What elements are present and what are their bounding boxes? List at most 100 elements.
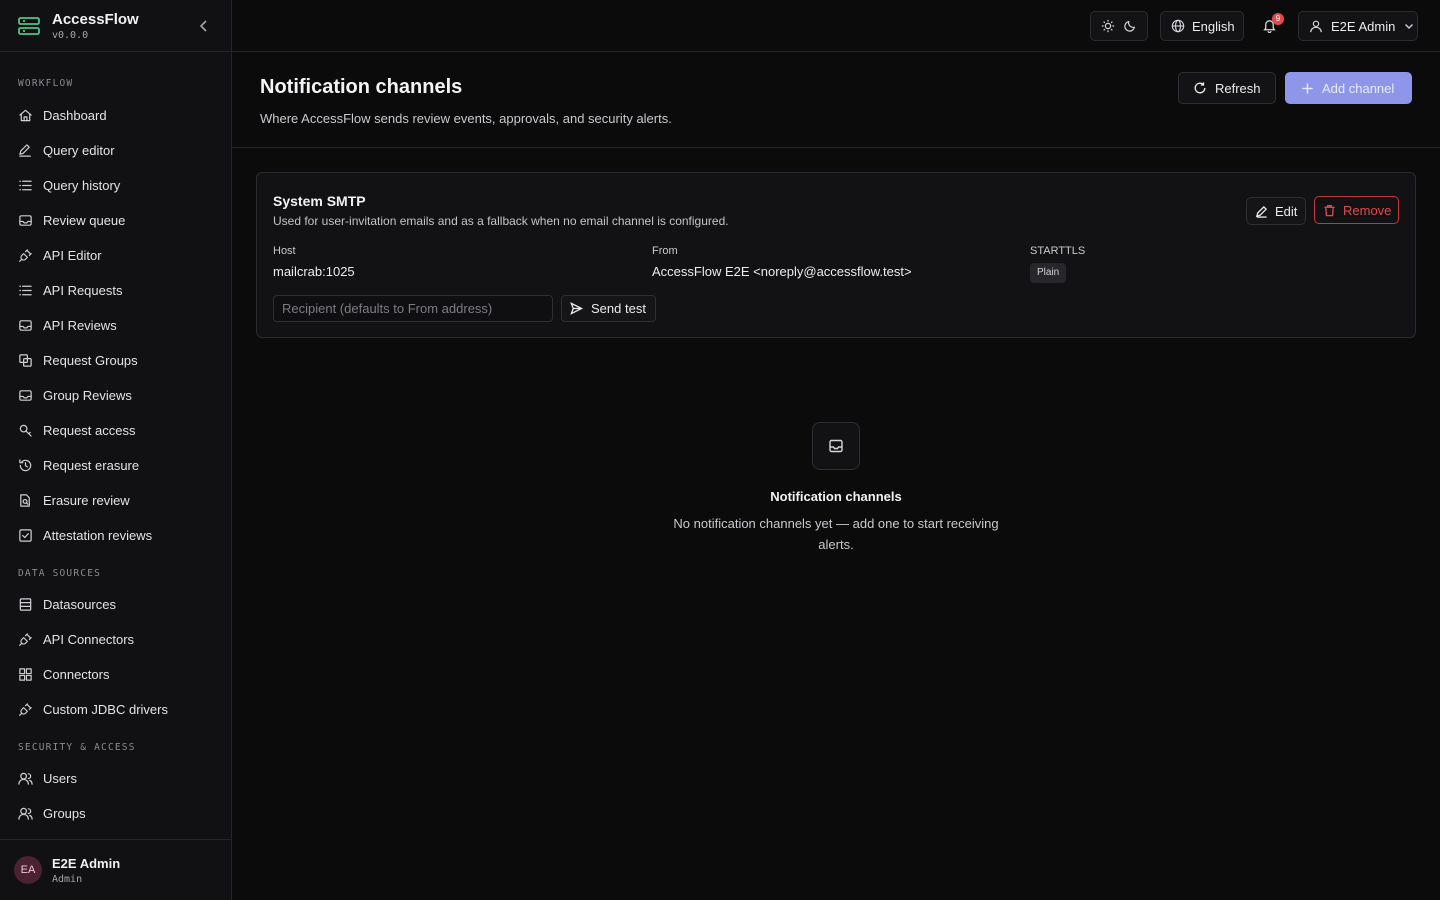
brand: AccessFlow v0.0.0 (0, 0, 231, 52)
language-label: English (1192, 18, 1235, 34)
sidebar-item-label: Custom JDBC drivers (43, 702, 168, 717)
from-value: AccessFlow E2E <noreply@accessflow.test> (652, 264, 912, 279)
sidebar-item-users[interactable]: Users (0, 761, 231, 796)
history-icon (19, 459, 32, 472)
sidebar-item-api-connectors[interactable]: API Connectors (0, 622, 231, 657)
layers-icon (19, 354, 32, 367)
users-icon (18, 807, 33, 820)
remove-label: Remove (1343, 202, 1392, 218)
sidebar-item-label: Dashboard (43, 108, 107, 123)
sun-icon[interactable] (1101, 19, 1115, 33)
avatar: EA (14, 856, 42, 884)
check-square-icon (19, 529, 32, 542)
language-select[interactable]: English (1160, 11, 1244, 41)
moon-icon[interactable] (1123, 19, 1137, 33)
host-value: mailcrab:1025 (273, 264, 355, 279)
sidebar-item-request-erasure[interactable]: Request erasure (0, 448, 231, 483)
sidebar-item-label: API Connectors (43, 632, 135, 647)
refresh-icon (1194, 82, 1206, 94)
user-icon (1310, 20, 1322, 33)
sidebar-item-query-history[interactable]: Query history (0, 168, 231, 203)
sidebar: AccessFlow v0.0.0 WORKFLOW Dashboard Query… (0, 0, 232, 900)
users-icon (18, 772, 33, 785)
add-channel-label: Add channel (1322, 80, 1395, 96)
trash-icon (1324, 204, 1335, 216)
theme-toggle (1090, 11, 1148, 41)
inbox-icon (19, 320, 32, 331)
sidebar-item-request-groups[interactable]: Request Groups (0, 343, 231, 378)
host-label: Host (273, 245, 296, 257)
collapse-sidebar-icon[interactable] (195, 17, 213, 35)
sidebar-item-api-reviews[interactable]: API Reviews (0, 308, 231, 343)
empty-state-title: Notification channels (770, 489, 902, 504)
chevron-down-icon (1405, 24, 1414, 29)
nav-section-title: DATA SOURCES (18, 568, 102, 579)
add-channel-button[interactable]: Add channel (1285, 72, 1412, 104)
sidebar-item-datasources[interactable]: Datasources (0, 587, 231, 622)
server-icon (19, 598, 32, 611)
edit-label: Edit (1275, 203, 1298, 219)
refresh-button[interactable]: Refresh (1178, 72, 1276, 104)
sidebar-item-request-access[interactable]: Request access (0, 413, 231, 448)
sidebar-item-label: Review queue (43, 213, 126, 228)
sidebar-item-api-editor[interactable]: API Editor (0, 238, 231, 273)
sidebar-item-api-requests[interactable]: API Requests (0, 273, 231, 308)
logo-icon (18, 16, 40, 35)
refresh-label: Refresh (1215, 80, 1261, 96)
list-icon (19, 285, 32, 296)
sidebar-item-label: Connectors (43, 667, 110, 682)
sidebar-item-label: Group Reviews (43, 388, 132, 403)
system-smtp-card: System SMTP Used for user-invitation ema… (256, 172, 1416, 338)
page-title: Notification channels (260, 76, 463, 98)
sidebar-item-group-reviews[interactable]: Group Reviews (0, 378, 231, 413)
topbar: English 9 E2E Admin (232, 0, 1440, 52)
sidebar-item-label: API Requests (43, 283, 123, 298)
page-subtitle: Where AccessFlow sends review events, ap… (260, 111, 672, 126)
sidebar-item-custom-jdbc-drivers[interactable]: Custom JDBC drivers (0, 692, 231, 727)
starttls-badge: Plain (1030, 263, 1067, 283)
inbox-icon (19, 215, 32, 226)
sidebar-item-dashboard[interactable]: Dashboard (0, 98, 231, 133)
sidebar-item-label: API Reviews (43, 318, 117, 333)
sidebar-item-groups[interactable]: Groups (0, 796, 231, 831)
sidebar-item-label: Attestation reviews (43, 528, 153, 543)
user-menu-label: E2E Admin (1331, 18, 1396, 34)
sidebar-user[interactable]: EA E2E Admin Admin (0, 839, 231, 900)
key-icon (19, 424, 32, 437)
sidebar-item-label: Request Groups (43, 353, 138, 368)
plug-icon (19, 703, 32, 716)
remove-button[interactable]: Remove (1314, 196, 1399, 224)
send-icon (570, 302, 583, 315)
sidebar-item-erasure-review[interactable]: Erasure review (0, 483, 231, 518)
pencil-icon (19, 144, 31, 157)
starttls-label: STARTTLS (1030, 245, 1086, 257)
sidebar-item-attestation-reviews[interactable]: Attestation reviews (0, 518, 231, 553)
sidebar-item-review-queue[interactable]: Review queue (0, 203, 231, 238)
send-test-button[interactable]: Send test (561, 295, 656, 322)
card-description: Used for user-invitation emails and as a… (273, 214, 729, 228)
inbox-icon (19, 390, 32, 401)
nav-section-title: SECURITY & ACCESS (18, 742, 136, 753)
sidebar-item-query-editor[interactable]: Query editor (0, 133, 231, 168)
plug-icon (19, 633, 32, 646)
edit-button[interactable]: Edit (1246, 197, 1306, 225)
sidebar-item-label: Groups (43, 806, 86, 821)
app-version: v0.0.0 (52, 29, 89, 41)
card-title: System SMTP (273, 193, 366, 209)
page-header: Notification channels Where AccessFlow s… (232, 52, 1440, 148)
empty-state-text: No notification channels yet — add one t… (673, 516, 999, 552)
sidebar-item-connectors[interactable]: Connectors (0, 657, 231, 692)
notification-badge: 9 (1272, 13, 1284, 25)
empty-state-icon (812, 422, 860, 470)
recipient-input[interactable] (273, 295, 553, 322)
user-menu[interactable]: E2E Admin (1298, 11, 1418, 41)
user-role: Admin (52, 873, 83, 885)
sidebar-item-label: Datasources (43, 597, 116, 612)
sidebar-item-label: API Editor (43, 248, 102, 263)
grid-icon (19, 668, 32, 681)
send-test-label: Send test (591, 301, 646, 316)
user-name: E2E Admin (52, 855, 121, 871)
app-name: AccessFlow (52, 10, 139, 28)
